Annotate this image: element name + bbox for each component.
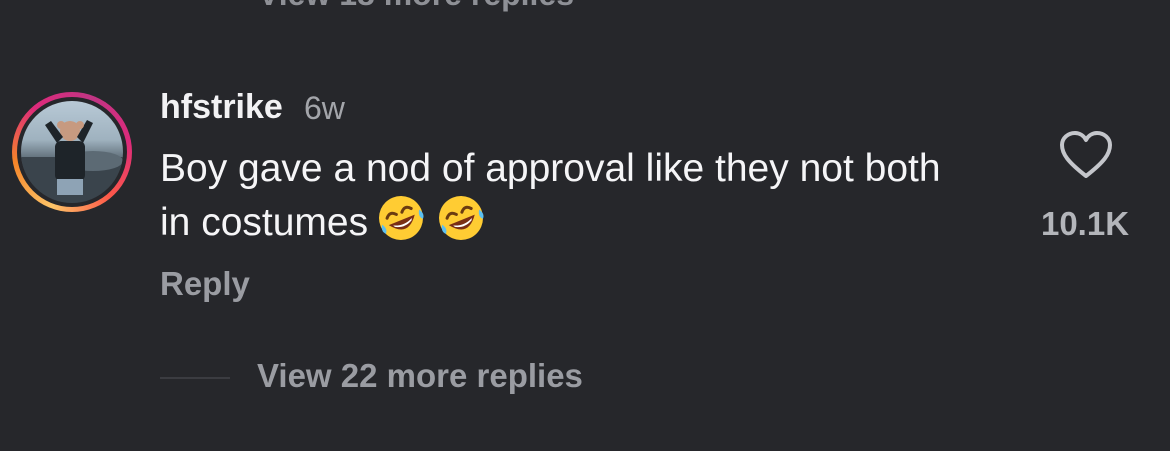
replies-divider: [160, 377, 230, 379]
like-count: 10.1K: [1040, 205, 1130, 242]
comment-text: Boy gave a nod of approval like they not…: [160, 147, 941, 244]
avatar-photo: [21, 120, 123, 203]
rolling-on-floor-laughing-emoji: [376, 193, 426, 255]
avatar-ring-gap: [17, 97, 127, 207]
reply-button[interactable]: Reply: [160, 265, 250, 303]
avatar-story-ring[interactable]: [12, 92, 132, 212]
comment-body: Boy gave a nod of approval like they not…: [160, 145, 980, 255]
comment-username[interactable]: hfstrike: [160, 88, 283, 127]
heart-outline-icon: [1060, 131, 1112, 178]
like-button[interactable]: [1058, 130, 1114, 180]
comment-timestamp: 6w: [304, 90, 345, 126]
avatar[interactable]: [21, 101, 123, 203]
view-more-replies-button[interactable]: View 22 more replies: [257, 357, 583, 395]
previous-view-more-replies[interactable]: View 18 more replies: [258, 0, 574, 13]
rolling-on-floor-laughing-emoji: [436, 193, 486, 255]
